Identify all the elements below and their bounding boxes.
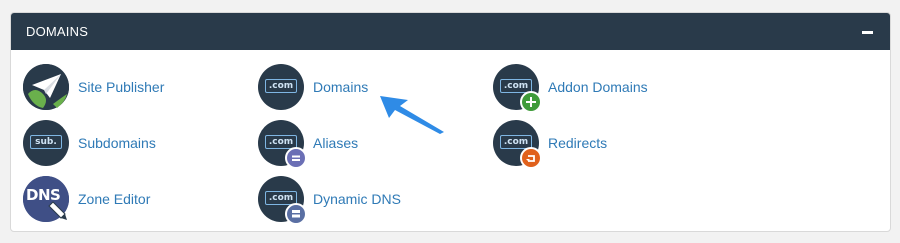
equals-badge-icon — [285, 147, 307, 169]
item-label: Dynamic DNS — [313, 191, 401, 207]
collapse-icon[interactable] — [861, 25, 875, 39]
icon-text: DNS — [26, 186, 61, 204]
domains-panel: DOMAINS Site Publisher .com Domains .com — [10, 12, 891, 232]
addon-domains-link[interactable]: .com Addon Domains — [493, 64, 648, 113]
redirect-badge-icon — [520, 147, 542, 169]
dot-com-dynamic-icon: .com — [258, 176, 307, 225]
paper-plane-globe-icon — [23, 64, 69, 110]
item-label: Zone Editor — [78, 191, 151, 207]
annotation-arrow-icon — [380, 96, 444, 134]
dot-com-alias-icon: .com — [258, 120, 307, 169]
dns-icon: DNS — [23, 176, 69, 222]
subdomains-link[interactable]: sub. Subdomains — [23, 120, 156, 166]
dot-com-plus-icon: .com — [493, 64, 542, 113]
domains-link[interactable]: .com Domains — [258, 64, 368, 110]
item-label: Site Publisher — [78, 79, 165, 95]
item-label: Domains — [313, 79, 369, 95]
panel-header[interactable]: DOMAINS — [11, 13, 890, 50]
dot-com-icon: .com — [258, 64, 304, 110]
icon-text: sub. — [30, 135, 62, 149]
sub-icon: sub. — [23, 120, 69, 166]
server-badge-icon — [285, 203, 307, 225]
icon-text: .com — [265, 79, 297, 93]
site-publisher-link[interactable]: Site Publisher — [23, 64, 164, 110]
item-label: Addon Domains — [548, 79, 648, 95]
zone-editor-link[interactable]: DNS Zone Editor — [23, 176, 150, 222]
dot-com-redirect-icon: .com — [493, 120, 542, 169]
item-label: Redirects — [548, 135, 608, 151]
dynamic-dns-link[interactable]: .com Dynamic DNS — [258, 176, 401, 225]
aliases-link[interactable]: .com Aliases — [258, 120, 359, 169]
redirects-link[interactable]: .com Redirects — [493, 120, 608, 169]
plus-badge-icon — [520, 91, 542, 113]
panel-title: DOMAINS — [26, 24, 89, 39]
item-label: Subdomains — [78, 135, 156, 151]
item-label: Aliases — [313, 135, 359, 151]
